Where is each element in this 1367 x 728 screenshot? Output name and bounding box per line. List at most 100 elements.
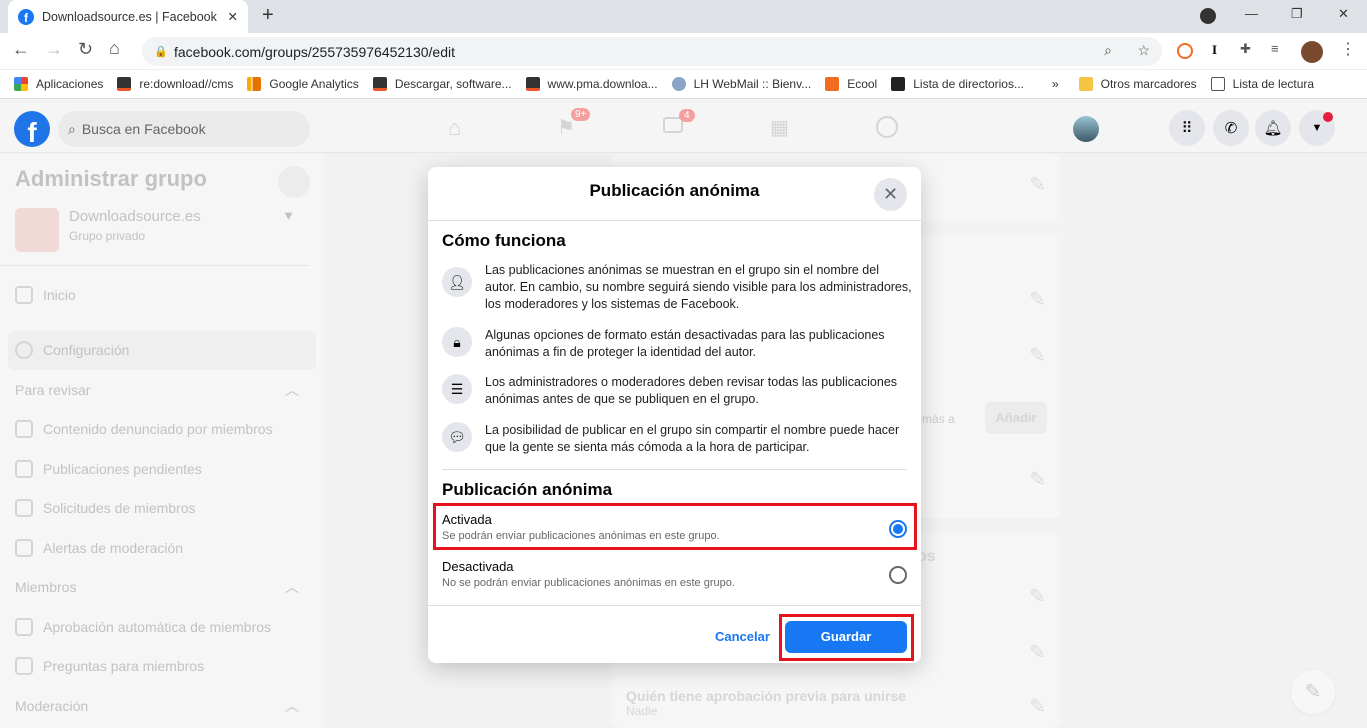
sidebar-item[interactable]: Preguntas para miembros xyxy=(0,647,324,687)
bookmark-item[interactable]: Ecool xyxy=(825,77,877,91)
facebook-logo[interactable]: f xyxy=(14,111,50,147)
group-selector[interactable]: Downloadsource.es Grupo privado ▼ xyxy=(0,204,310,266)
person-icon: 👤︎ xyxy=(442,267,472,297)
bookmark-item[interactable]: LH WebMail :: Bienv... xyxy=(671,77,811,91)
row-title: Quién tiene aprobación previa para unirs… xyxy=(626,688,907,704)
highlight-box xyxy=(779,614,914,661)
sidebar-item-home[interactable]: Inicio xyxy=(0,275,324,315)
ecool-icon xyxy=(825,77,840,91)
close-icon[interactable]: ✕ xyxy=(874,178,907,211)
profile-avatar[interactable] xyxy=(1301,41,1323,63)
cancel-button[interactable]: Cancelar xyxy=(715,629,770,644)
reading-list-icon xyxy=(1210,77,1225,91)
browser-tab[interactable]: f Downloadsource.es | Facebook ✕ xyxy=(8,0,248,33)
edit-pencil-icon[interactable]: ✎ xyxy=(1029,287,1046,312)
new-message-icon[interactable]: ✎ xyxy=(1291,670,1335,714)
edit-pencil-icon[interactable]: ✎ xyxy=(1029,694,1046,719)
add-button[interactable]: Añadir xyxy=(985,402,1047,434)
bookmark-item[interactable]: Descargar, software... xyxy=(372,77,512,91)
analytics-icon xyxy=(247,77,262,91)
highlight-box xyxy=(433,503,917,550)
section-header[interactable]: Miembros ︿ xyxy=(0,568,324,608)
reading-list[interactable]: Lista de lectura xyxy=(1210,77,1315,91)
bookmark-label: www.pma.downloa... xyxy=(547,77,658,91)
user-avatar[interactable] xyxy=(1073,116,1099,142)
nav-home-icon[interactable]: ⌂ xyxy=(448,115,461,141)
collapse-panel-icon[interactable] xyxy=(278,166,310,198)
close-window-icon[interactable]: ✕ xyxy=(1338,6,1349,22)
search-input[interactable]: ⌕ Busca en Facebook xyxy=(58,111,310,147)
back-icon[interactable]: ← xyxy=(12,39,30,60)
bookmark-item[interactable]: www.pma.downloa... xyxy=(525,77,658,91)
info-text: Los administradores o moderadores deben … xyxy=(485,375,898,406)
sidebar-item[interactable]: Contenido denunciado por miembros xyxy=(0,410,324,450)
sidebar: Administrar grupo Downloadsource.es Grupo… xyxy=(0,154,324,728)
bookmark-label: Lista de lectura xyxy=(1232,77,1315,91)
browser-tab-bar: f Downloadsource.es | Facebook ✕ + — ❐ ✕ xyxy=(0,0,1367,33)
pending-posts-icon xyxy=(15,459,33,478)
report-icon xyxy=(15,420,33,439)
how-it-works-title: Cómo funciona xyxy=(442,231,566,250)
chevron-up-icon: ︿ xyxy=(285,579,299,596)
group-avatar xyxy=(15,208,59,252)
restore-icon[interactable]: ❐ xyxy=(1291,6,1303,22)
nav-groups-icon[interactable] xyxy=(876,116,898,138)
directory-icon xyxy=(891,77,906,91)
forward-icon[interactable]: → xyxy=(45,39,63,60)
bookmark-apps[interactable]: Aplicaciones xyxy=(14,77,103,91)
info-text: La posibilidad de publicar en el grupo s… xyxy=(485,423,900,454)
section-title: Publicación anónima xyxy=(442,480,613,499)
bookmark-star-icon[interactable]: ☆ xyxy=(1137,42,1150,59)
new-tab-icon[interactable]: + xyxy=(262,4,274,27)
extension-icon[interactable] xyxy=(1177,43,1193,59)
menu-kebab-icon[interactable]: ⋮ xyxy=(1340,39,1356,59)
moderation-alerts-icon xyxy=(15,538,33,557)
tab-search-icon[interactable] xyxy=(1200,8,1216,24)
url-bar[interactable]: 🔒 facebook.com/groups/255735976452130/ed… xyxy=(142,37,1162,66)
edit-pencil-icon[interactable]: ✎ xyxy=(1029,467,1046,492)
section-header[interactable]: Para revisar ︿ xyxy=(0,370,324,410)
sidebar-item-settings[interactable]: Configuración xyxy=(8,330,316,370)
section-header[interactable]: Moderación ︿ xyxy=(0,686,324,726)
home-icon[interactable]: ⌂ xyxy=(109,38,120,59)
minimize-icon[interactable]: — xyxy=(1245,6,1258,21)
approval-row[interactable]: Quién tiene aprobación previa para unirs… xyxy=(626,688,906,718)
bookmark-item[interactable]: re:download//cms xyxy=(117,77,233,91)
option-disabled[interactable]: Desactivada No se podrán enviar publicac… xyxy=(442,559,907,595)
edit-pencil-icon[interactable]: ✎ xyxy=(1029,172,1046,197)
nav-marketplace-icon[interactable]: ▦ xyxy=(770,115,789,140)
bookmark-item[interactable]: Lista de directorios... xyxy=(891,77,1024,91)
sidebar-item[interactable]: Alertas de moderación xyxy=(0,528,324,568)
sidebar-item[interactable]: Aprobación automática de miembros xyxy=(0,607,324,647)
search-icon: ⌕ xyxy=(68,120,76,137)
sidebar-item[interactable]: Solicitudes de miembros xyxy=(0,489,324,529)
sidebar-item-label: Inicio xyxy=(43,286,76,303)
edit-pencil-icon[interactable]: ✎ xyxy=(1029,584,1046,609)
media-queue-icon[interactable]: ≡ xyxy=(1271,41,1279,56)
chevron-up-icon: ︿ xyxy=(285,381,299,398)
facebook-header: f ⌕ Busca en Facebook ⌂ ⚑ 9+ 4 ▦ ⠿ ✆ 🔔︎ ▼ xyxy=(0,103,1367,153)
bookmarks-bar: Aplicaciones re:download//cms Google Ana… xyxy=(0,70,1367,99)
close-tab-icon[interactable]: ✕ xyxy=(228,9,238,24)
edit-pencil-icon[interactable]: ✎ xyxy=(1029,640,1046,665)
more-bookmarks-icon[interactable]: » xyxy=(1052,77,1059,91)
zoom-icon[interactable]: ⌕ xyxy=(1104,42,1112,59)
gear-icon xyxy=(15,341,33,360)
reload-icon[interactable]: ↻ xyxy=(78,39,93,60)
extension-i-icon[interactable]: I xyxy=(1212,42,1217,58)
sidebar-item[interactable]: Publicaciones pendientes xyxy=(0,449,324,489)
edit-pencil-icon[interactable]: ✎ xyxy=(1029,343,1046,368)
extensions-puzzle-icon[interactable]: ✚ xyxy=(1240,41,1251,57)
info-text: Algunas opciones de formato están desact… xyxy=(485,328,885,359)
radio-disabled[interactable] xyxy=(889,566,907,584)
bookmark-label: Otros marcadores xyxy=(1100,77,1197,91)
tab-title: Downloadsource.es | Facebook xyxy=(42,9,217,24)
notifications-bell-icon[interactable]: 🔔︎ xyxy=(1255,110,1291,146)
menu-grid-icon[interactable]: ⠿ xyxy=(1169,110,1205,146)
bookmark-item[interactable]: Google Analytics xyxy=(247,77,359,91)
review-checklist-icon: ☰ xyxy=(442,374,472,404)
bookmark-label: Descargar, software... xyxy=(394,77,512,91)
messenger-icon[interactable]: ✆ xyxy=(1213,110,1249,146)
url-text: facebook.com/groups/255735976452130/edit xyxy=(174,43,455,60)
other-bookmarks[interactable]: Otros marcadores xyxy=(1078,77,1197,91)
